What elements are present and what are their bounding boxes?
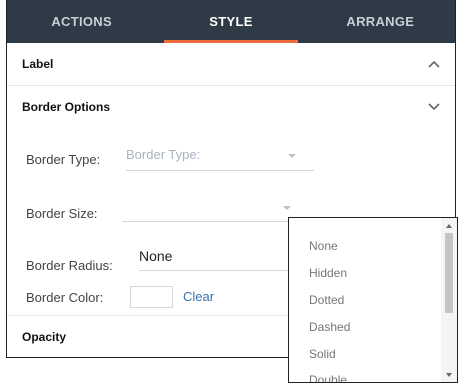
dropdown-option-dotted[interactable]: Dotted (309, 293, 344, 307)
clear-color-link[interactable]: Clear (183, 289, 214, 304)
caret-down-icon (288, 154, 296, 158)
border-color-swatch[interactable] (130, 286, 173, 308)
dropdown-option-none[interactable]: None (309, 239, 338, 253)
dropdown-scrollbar[interactable] (441, 218, 457, 382)
border-color-label: Border Color: (26, 290, 104, 305)
dropdown-option-double[interactable]: Double (309, 373, 347, 382)
border-options-title: Border Options (22, 100, 111, 114)
dropdown-option-dashed[interactable]: Dashed (309, 320, 350, 334)
dropdown-option-hidden[interactable]: Hidden (309, 266, 347, 280)
border-size-select[interactable] (122, 221, 302, 222)
label-section-title: Label (22, 57, 54, 71)
border-radius-label: Border Radius: (26, 258, 113, 273)
dropdown-option-solid[interactable]: Solid (309, 347, 336, 361)
label-section: Label (7, 43, 455, 86)
tab-bar: ACTIONS STYLE ARRANGE (7, 0, 455, 43)
tab-actions[interactable]: ACTIONS (7, 0, 156, 43)
caret-down-icon (283, 206, 291, 210)
scrollbar-thumb[interactable] (445, 233, 453, 313)
border-radius-underline (139, 270, 299, 271)
border-type-underline (126, 170, 314, 171)
tab-style[interactable]: STYLE (156, 0, 305, 43)
border-size-label: Border Size: (26, 206, 98, 221)
chevron-up-icon[interactable] (427, 57, 441, 71)
label-section-header[interactable]: Label (7, 43, 455, 85)
scroll-down-icon[interactable] (446, 373, 452, 377)
border-type-dropdown: None Hidden Dotted Dashed Solid Double (288, 217, 458, 383)
chevron-down-icon[interactable] (427, 100, 441, 114)
border-options-header[interactable]: Border Options (7, 86, 455, 128)
tab-arrange[interactable]: ARRANGE (306, 0, 455, 43)
border-radius-input[interactable]: None (139, 248, 172, 264)
border-type-select[interactable]: Border Type: (126, 147, 200, 162)
scroll-up-icon[interactable] (446, 224, 452, 228)
border-type-label: Border Type: (26, 152, 101, 167)
